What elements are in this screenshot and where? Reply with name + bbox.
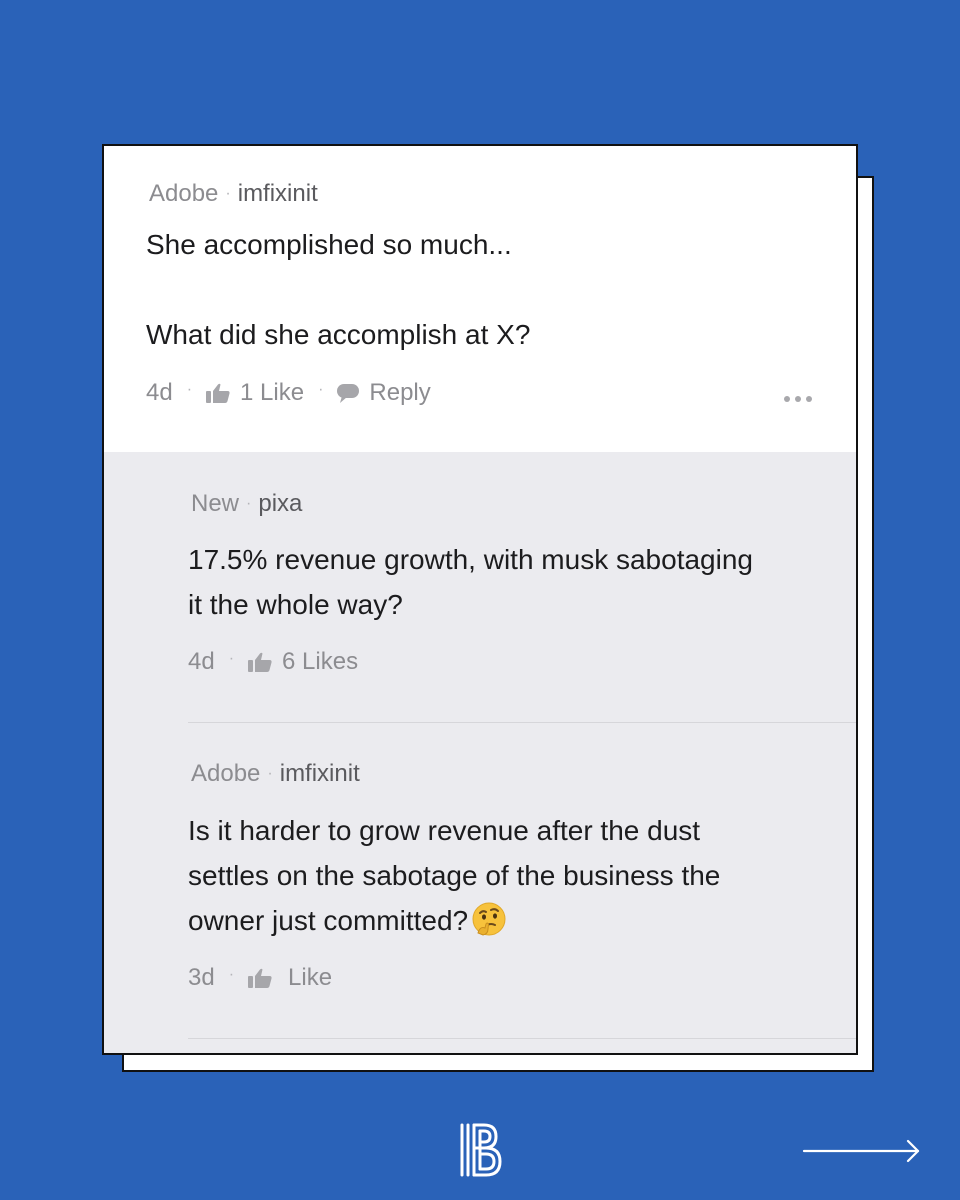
thumbs-up-icon[interactable] [248,968,272,988]
meta-separator: · [267,765,273,782]
speech-bubble-icon[interactable] [337,383,360,403]
comment-text-line: She accomplished so much... [146,229,512,260]
action-separator: · [228,650,235,667]
more-options-icon[interactable] [784,396,812,402]
comment-card: Adobe · imfixinit She accomplished so much… [102,144,858,1055]
reply-meta: New · pixa [191,490,302,518]
reply-divider [188,722,856,723]
reply-text-line: settles on the sabotage of the business … [188,860,721,891]
comment-age: 4d [146,379,173,406]
like-button[interactable]: Like [288,964,332,992]
comment-meta: Adobe · imfixinit [149,180,318,208]
comment-username[interactable]: imfixinit [238,180,318,207]
arrow-right-icon[interactable] [802,1138,922,1169]
thinking-face-emoji [472,902,506,949]
thumbs-up-icon[interactable] [206,383,230,403]
thumbs-up-icon[interactable] [248,652,272,672]
like-count[interactable]: 6 Likes [282,648,358,676]
reply-meta: Adobe · imfixinit [191,760,360,788]
comment-company: Adobe [149,180,219,207]
reply-age: 3d [188,964,215,991]
reply-text-line: it the whole way? [188,589,403,620]
reply-actions: 4d · 6 Likes [188,648,358,676]
reply-age: 4d [188,648,215,675]
reply-text-line: Is it harder to grow revenue after the d… [188,815,701,846]
action-separator: · [318,381,324,398]
reply-text-line-with-emoji: owner just committed? [188,898,506,949]
reply-text-line: 17.5% revenue growth, with musk sabotagi… [188,544,753,575]
reply-company: Adobe [191,760,261,787]
brand-b-logo [458,1122,504,1183]
reply-divider [188,1038,856,1039]
reply-username[interactable]: imfixinit [280,760,360,787]
top-comment: Adobe · imfixinit She accomplished so much… [104,146,856,452]
reply-company: New [191,490,240,517]
action-separator: · [186,381,193,398]
comment-text-line: What did she accomplish at X? [146,319,531,350]
replies-section: New · pixa 17.5% revenue growth, with musk… [104,452,856,1053]
meta-separator: · [246,495,252,512]
reply-text-line: owner just committed? [188,905,469,936]
reply-button[interactable]: Reply [369,379,430,407]
comment-actions: 4d · 1 Like · Reply [146,379,431,407]
action-separator: · [228,966,235,983]
meta-separator: · [225,185,231,202]
reply-actions: 3d · Like [188,964,332,992]
reply-username[interactable]: pixa [258,490,302,517]
like-count[interactable]: 1 Like [240,379,304,407]
